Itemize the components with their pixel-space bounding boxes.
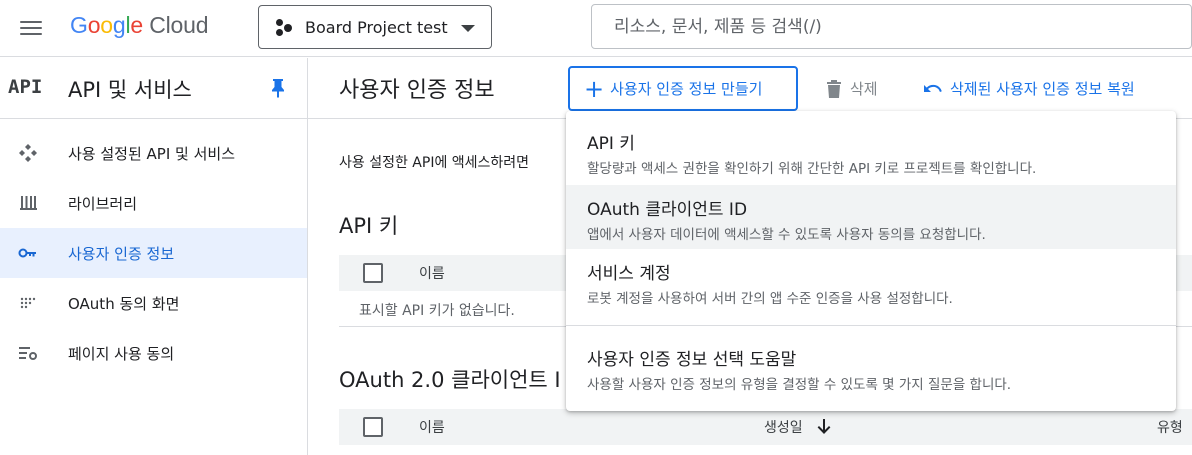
menu-item-api-key[interactable]: API 키 할당량과 액세스 권한을 확인하기 위해 간단한 API 키로 프로… <box>566 119 1176 183</box>
sidebar-item-label: 페이지 사용 동의 <box>68 344 175 363</box>
sidebar-item-credentials[interactable]: 사용자 인증 정보 <box>0 228 307 278</box>
menu-item-title: OAuth 클라이언트 ID <box>587 200 748 220</box>
menu-item-help-me-choose[interactable]: 사용자 인증 정보 선택 도움말 사용할 사용자 인증 정보의 유형을 결정할 … <box>566 335 1176 399</box>
create-credentials-button[interactable]: + 사용자 인증 정보 만들기 <box>568 66 798 111</box>
sidebar-item-label: 사용 설정된 API 및 서비스 <box>68 144 236 163</box>
create-credentials-menu: API 키 할당량과 액세스 권한을 확인하기 위해 간단한 API 키로 프로… <box>566 111 1176 411</box>
menu-item-title: 사용자 인증 정보 선택 도움말 <box>587 350 797 370</box>
google-cloud-logo[interactable]: Google Cloud <box>70 12 209 39</box>
menu-item-oauth-client-id[interactable]: OAuth 클라이언트 ID 앱에서 사용자 데이터에 액세스할 수 있도록 사… <box>566 185 1176 249</box>
menu-item-subtitle: 할당량과 액세스 권한을 확인하기 위해 간단한 API 키로 프로젝트를 확인… <box>587 161 1037 177</box>
page-usage-icon <box>19 347 37 360</box>
menu-item-subtitle: 앱에서 사용자 데이터에 액세스할 수 있도록 사용자 동의를 요청합니다. <box>587 227 986 243</box>
search-bar[interactable] <box>591 4 1192 49</box>
create-credentials-label: 사용자 인증 정보 만들기 <box>610 80 763 98</box>
sidebar-item-library[interactable]: 라이브러리 <box>0 178 307 228</box>
project-name: Board Project test <box>305 17 448 37</box>
select-all-checkbox[interactable] <box>363 417 383 437</box>
column-header-name: 이름 <box>419 266 445 282</box>
column-created-label: 생성일 <box>764 420 803 436</box>
column-header-created[interactable]: 생성일 <box>764 417 831 437</box>
menu-item-subtitle: 로봇 계정을 사용하여 서버 간의 앱 수준 인증을 사용 설정합니다. <box>587 291 953 307</box>
chevron-down-icon <box>461 25 475 32</box>
menu-item-subtitle: 사용할 사용자 인증 정보의 유형을 결정할 수 있도록 몇 가지 질문을 합니… <box>587 377 1012 393</box>
top-bar: Google Cloud Board Project test <box>0 0 1192 57</box>
sidebar-item-enabled-apis[interactable]: 사용 설정된 API 및 서비스 <box>0 128 307 178</box>
enabled-apis-icon <box>19 144 37 162</box>
project-selector[interactable]: Board Project test <box>258 5 492 49</box>
select-all-checkbox[interactable] <box>363 263 383 283</box>
restore-deleted-button[interactable]: 삭제된 사용자 인증 정보 복원 <box>922 78 1135 99</box>
sidebar-item-oauth-consent[interactable]: OAuth 동의 화면 <box>0 278 307 328</box>
sidebar-header: API API 및 서비스 <box>0 58 307 119</box>
oauth-table-header: 이름 생성일 유형 <box>339 409 1192 445</box>
sidebar-item-page-usage[interactable]: 페이지 사용 동의 <box>0 328 307 378</box>
delete-label: 삭제 <box>850 80 878 98</box>
api-badge-icon: API <box>8 76 43 98</box>
sidebar-title: API 및 서비스 <box>68 78 192 102</box>
sidebar-item-label: OAuth 동의 화면 <box>68 294 180 313</box>
undo-icon <box>924 84 942 92</box>
menu-item-title: API 키 <box>587 134 635 154</box>
menu-item-title: 서비스 계정 <box>587 264 671 284</box>
oauth-clients-title: OAuth 2.0 클라이언트 I <box>339 368 561 392</box>
oauth-consent-icon <box>20 297 36 309</box>
column-header-type: 유형 <box>1157 420 1183 436</box>
api-keys-title: API 키 <box>339 214 399 238</box>
column-header-name: 이름 <box>419 420 445 436</box>
plus-icon: + <box>584 74 605 103</box>
arrow-down-icon <box>817 419 831 434</box>
menu-divider <box>566 325 1176 326</box>
trash-icon <box>827 79 841 98</box>
pin-icon[interactable] <box>270 78 286 98</box>
logo-cloud-text: Cloud <box>149 12 209 38</box>
logo-google-text: Google <box>70 12 143 38</box>
project-icon <box>275 18 293 36</box>
credentials-description: 사용 설정한 API에 액세스하려면 <box>339 155 530 171</box>
restore-label: 삭제된 사용자 인증 정보 복원 <box>950 80 1135 98</box>
sidebar-item-label: 사용자 인증 정보 <box>68 244 175 263</box>
sidebar-item-label: 라이브러리 <box>68 194 138 213</box>
sidebar: API API 및 서비스 사용 설정된 API 및 서비스 라이브러리 사용자… <box>0 58 308 455</box>
empty-message: 표시할 API 키가 없습니다. <box>359 303 515 319</box>
library-icon <box>20 196 37 210</box>
menu-item-service-account[interactable]: 서비스 계정 로봇 계정을 사용하여 서버 간의 앱 수준 인증을 사용 설정합… <box>566 249 1176 313</box>
delete-button[interactable]: 삭제 <box>826 78 878 99</box>
main-header: 사용자 인증 정보 + 사용자 인증 정보 만들기 삭제 삭제된 사용자 인증 … <box>308 58 1192 119</box>
key-icon <box>18 248 36 258</box>
main-menu-icon[interactable] <box>18 17 44 39</box>
search-input[interactable] <box>614 16 1191 37</box>
page-title: 사용자 인증 정보 <box>339 78 495 103</box>
